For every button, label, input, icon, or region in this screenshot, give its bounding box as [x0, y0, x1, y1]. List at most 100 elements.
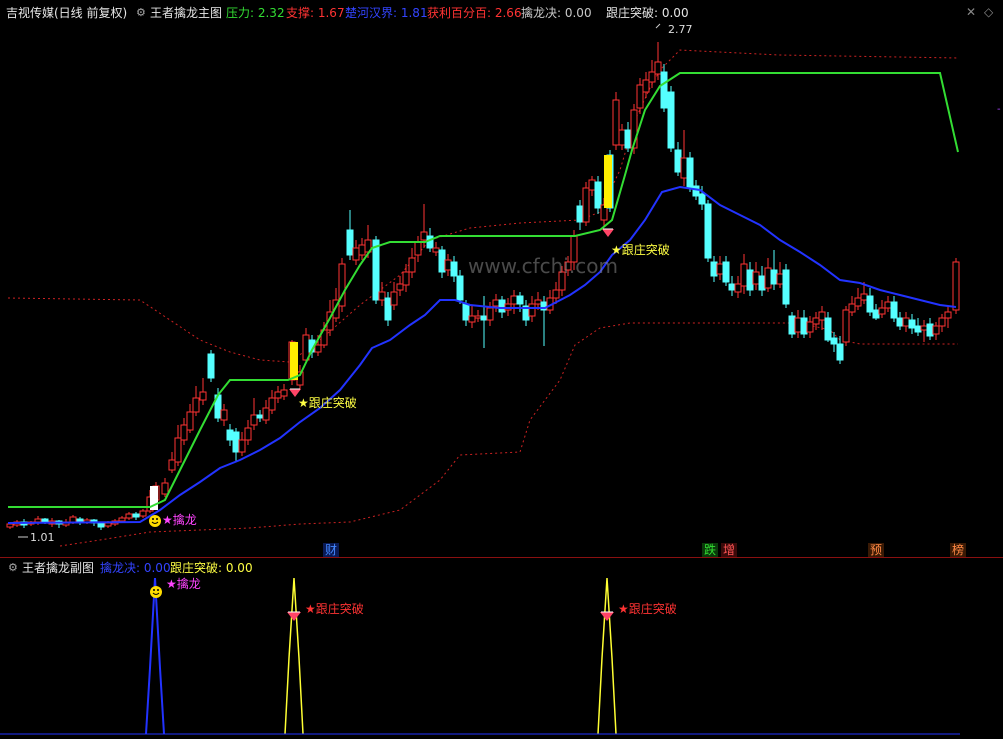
candle-body	[161, 482, 169, 495]
candle-body	[752, 271, 760, 285]
candle-body	[788, 315, 796, 335]
candle-body	[582, 187, 590, 223]
candle-body	[806, 321, 814, 333]
candle-body	[704, 203, 712, 259]
candle-body	[872, 309, 880, 319]
candle-body	[932, 325, 940, 335]
candle-body	[402, 271, 410, 286]
candle-body	[674, 149, 682, 173]
candle-body	[186, 411, 194, 431]
candle-body	[818, 311, 826, 321]
candle-body	[390, 291, 398, 306]
candle-body	[692, 185, 700, 197]
candle-body	[220, 409, 228, 421]
candle-body	[884, 301, 892, 309]
tag-ranking[interactable]: 榜	[950, 543, 967, 557]
high-label: 2.77	[668, 23, 693, 36]
candle-body	[372, 239, 380, 301]
candle-body	[908, 319, 916, 329]
boundary-line	[7, 185, 957, 524]
candle-body	[534, 299, 542, 305]
candle-body	[139, 510, 147, 517]
candle-body	[576, 205, 584, 223]
candle-body	[97, 522, 105, 528]
candle-body	[226, 429, 234, 441]
candle-body	[168, 459, 176, 471]
signal-breakout-sub-1: ★跟庄突破	[305, 601, 364, 616]
candle-body	[624, 129, 632, 149]
candle-body	[648, 71, 656, 83]
sub-chart[interactable]: ★擒龙 ★跟庄突破 ★跟庄突破	[0, 558, 1003, 738]
candle-body	[498, 299, 506, 313]
candle-body	[914, 325, 922, 333]
candle-body	[438, 249, 446, 273]
low-label: 1.01	[30, 531, 55, 544]
candle-body	[6, 523, 14, 528]
candle-body	[280, 389, 288, 397]
candle-body	[686, 157, 694, 189]
candle-body	[594, 181, 602, 209]
candle-body	[528, 303, 536, 317]
candle-body	[352, 247, 360, 261]
smiley-eye-right	[157, 589, 159, 591]
candle-body	[468, 315, 476, 323]
tag-drop[interactable]: 跌	[702, 543, 719, 557]
candle-body	[746, 269, 754, 291]
candle-body	[824, 317, 832, 341]
high-marker	[655, 23, 661, 29]
candle-body	[34, 518, 42, 523]
candle-body	[860, 293, 868, 301]
candle-body	[125, 513, 133, 519]
candle-body	[462, 303, 470, 321]
candle-body	[667, 91, 675, 149]
candle-body	[800, 317, 808, 335]
tag-finance[interactable]: 财	[323, 543, 340, 557]
smiley-eye-left	[153, 589, 155, 591]
candle-body	[848, 303, 856, 313]
candle-body	[384, 297, 392, 321]
candle-body	[776, 273, 784, 285]
candle-body	[734, 283, 742, 293]
main-chart[interactable]: www.cfchi.com 2.77 1.01 ★擒龙 ★跟庄突破 ★跟庄突破 …	[0, 0, 1003, 560]
smiley-icon	[149, 515, 161, 527]
profit-band	[7, 49, 959, 547]
candle-body	[836, 343, 844, 361]
candle-body	[456, 275, 464, 301]
candle-body	[866, 295, 874, 313]
candle-body	[474, 315, 482, 319]
candle-body	[256, 414, 264, 419]
smiley-icon	[150, 586, 162, 598]
candle-body	[618, 129, 626, 146]
candle-body	[830, 337, 838, 345]
breakout-spike-2	[597, 577, 617, 735]
candle-body	[896, 317, 904, 327]
tag-increase[interactable]: 增	[721, 543, 738, 557]
candle-body	[636, 84, 644, 109]
candle-body	[552, 289, 560, 299]
candle-body	[698, 193, 706, 205]
candle-body	[450, 261, 458, 277]
candle-body	[250, 414, 258, 426]
watermark: www.cfchi.com	[468, 254, 618, 278]
candle-body	[770, 269, 778, 285]
right-edge-marker: -	[997, 104, 1001, 115]
candle-body	[232, 431, 240, 453]
candle-body	[396, 283, 404, 291]
candle-body	[890, 301, 898, 319]
candle-body	[238, 439, 246, 453]
candle-body	[420, 231, 428, 241]
candle-body	[262, 407, 270, 421]
candle-body	[486, 307, 494, 321]
candle-body	[378, 291, 386, 301]
tag-forecast[interactable]: 预	[868, 543, 885, 557]
candle-body	[642, 79, 650, 93]
candles	[6, 42, 960, 530]
gem-icon	[602, 229, 614, 237]
candle-body	[314, 344, 322, 353]
signal-dragon-sub: ★擒龙	[166, 576, 201, 591]
gem-icon	[600, 612, 614, 621]
candle-body	[199, 391, 207, 401]
candle-body	[842, 309, 850, 343]
smiley-eye-left	[152, 518, 154, 520]
candle-body	[510, 295, 518, 305]
